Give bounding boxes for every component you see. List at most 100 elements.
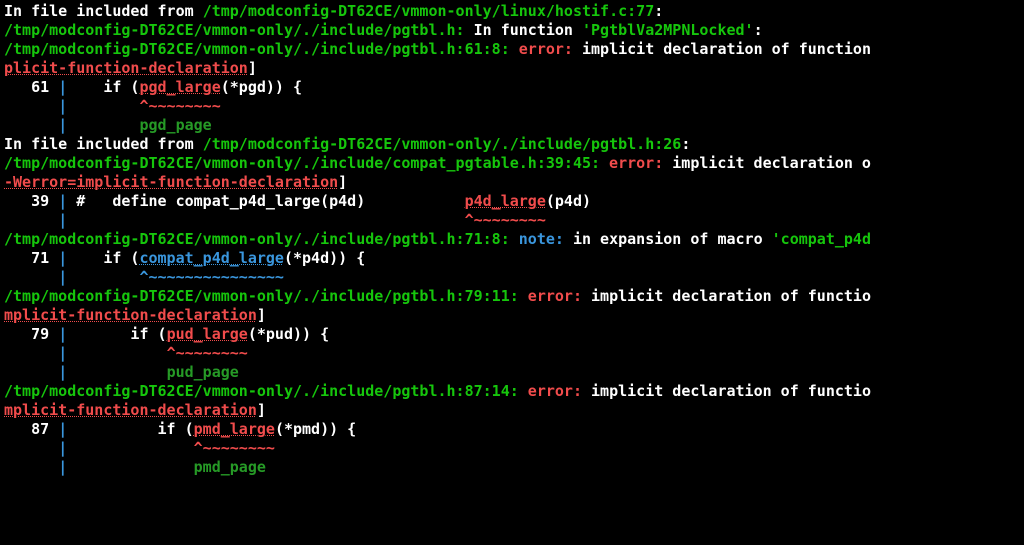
code-segment: (*pgd)) { [221, 78, 302, 96]
output-line: /tmp/modconfig-DT62CE/vmmon-only/./inclu… [4, 382, 871, 400]
text-segment: : [654, 2, 663, 20]
error-label: error: [519, 287, 591, 305]
gutter-pad [4, 116, 58, 134]
gutter-pipe: | [58, 363, 67, 381]
pad [67, 211, 464, 229]
pad [67, 116, 139, 134]
gutter-pad [4, 344, 58, 362]
error-message: implicit declaration of function [582, 40, 871, 58]
pad [67, 439, 193, 457]
text-segment: ] [257, 306, 266, 324]
error-token: pgd_large [139, 78, 220, 96]
error-message: implicit declaration of functio [591, 287, 871, 305]
output-line: | ^~~~~~~~~ [4, 344, 248, 362]
pad [67, 363, 166, 381]
suggestion-token: pmd_page [194, 458, 266, 476]
output-line: | ^~~~~~~~~~~~~~~~ [4, 268, 284, 286]
pad [67, 268, 139, 286]
output-line: /tmp/modconfig-DT62CE/vmmon-only/./inclu… [4, 154, 871, 172]
note-message: in expansion of macro [573, 230, 772, 248]
code-segment: if ( [67, 325, 166, 343]
caret-underline: ^~~~~~~~~ [194, 439, 275, 457]
caret-underline: ^~~~~~~~~ [167, 344, 248, 362]
gutter-pipe: | [58, 116, 67, 134]
error-label: error: [519, 382, 591, 400]
output-line: | ^~~~~~~~~ [4, 211, 546, 229]
output-line: 71 | if (compat_p4d_large(*p4d)) { [4, 249, 365, 267]
output-line: /tmp/modconfig-DT62CE/vmmon-only/./inclu… [4, 40, 871, 58]
output-line: /tmp/modconfig-DT62CE/vmmon-only/./inclu… [4, 21, 763, 39]
output-line: /tmp/modconfig-DT62CE/vmmon-only/./inclu… [4, 230, 871, 248]
file-location: /tmp/modconfig-DT62CE/vmmon-only/./inclu… [4, 382, 519, 400]
gutter-pipe: | [58, 249, 67, 267]
file-location: /tmp/modconfig-DT62CE/vmmon-only/./inclu… [4, 21, 465, 39]
code-segment: (*pud)) { [248, 325, 329, 343]
code-segment: (p4d) [546, 192, 591, 210]
error-message: implicit declaration o [672, 154, 871, 172]
terminal-output: In file included from /tmp/modconfig-DT6… [0, 0, 1024, 477]
caret-underline: ^~~~~~~~~~~~~~~~ [139, 268, 284, 286]
pad [67, 97, 139, 115]
code-segment: if ( [67, 78, 139, 96]
file-location: /tmp/modconfig-DT62CE/vmmon-only/./inclu… [4, 154, 600, 172]
text-segment: In file included from [4, 2, 203, 20]
error-message: implicit declaration of functio [591, 382, 871, 400]
output-line: /tmp/modconfig-DT62CE/vmmon-only/./inclu… [4, 287, 871, 305]
gutter-pad [4, 363, 58, 381]
gutter-pipe: | [58, 78, 67, 96]
line-number: 39 [4, 192, 58, 210]
code-segment: if ( [67, 420, 193, 438]
text-segment: : [681, 135, 690, 153]
pad [67, 458, 193, 476]
file-path: /tmp/modconfig-DT62CE/vmmon-only/./inclu… [203, 135, 682, 153]
macro-name: 'compat_p4d [772, 230, 871, 248]
gutter-pipe: | [58, 458, 67, 476]
error-token: p4d_large [465, 192, 546, 210]
output-line: -Werror=implicit-function-declaration] [4, 173, 347, 191]
note-token: compat_p4d_large [139, 249, 284, 267]
code-segment: if ( [67, 249, 139, 267]
werror-flag: -Werror=implicit-function-declaration [4, 173, 338, 191]
gutter-pipe: | [58, 268, 67, 286]
output-line: | ^~~~~~~~~ [4, 97, 221, 115]
line-number: 61 [4, 78, 58, 96]
caret-underline: ^~~~~~~~~ [465, 211, 546, 229]
output-line: plicit-function-declaration] [4, 59, 257, 77]
werror-flag: plicit-function-declaration [4, 59, 248, 77]
gutter-pad [4, 97, 58, 115]
text-segment: ] [248, 59, 257, 77]
output-line: | pud_page [4, 363, 239, 381]
line-number: 71 [4, 249, 58, 267]
text-segment: ] [257, 401, 266, 419]
file-location: /tmp/modconfig-DT62CE/vmmon-only/./inclu… [4, 287, 519, 305]
werror-flag: mplicit-function-declaration [4, 401, 257, 419]
gutter-pipe: | [58, 344, 67, 362]
output-line: In file included from /tmp/modconfig-DT6… [4, 2, 663, 20]
gutter-pad [4, 458, 58, 476]
output-line: mplicit-function-declaration] [4, 306, 266, 324]
file-path: /tmp/modconfig-DT62CE/vmmon-only/linux/h… [203, 2, 655, 20]
output-line: 79 | if (pud_large(*pud)) { [4, 325, 329, 343]
output-line: 87 | if (pmd_large(*pmd)) { [4, 420, 356, 438]
gutter-pipe: | [58, 211, 67, 229]
output-line: 61 | if (pgd_large(*pgd)) { [4, 78, 302, 96]
gutter-pipe: | [58, 325, 67, 343]
line-number: 87 [4, 420, 58, 438]
code-segment: (*pmd)) { [275, 420, 356, 438]
error-label: error: [600, 154, 672, 172]
gutter-pad [4, 268, 58, 286]
file-location: /tmp/modconfig-DT62CE/vmmon-only/./inclu… [4, 230, 510, 248]
output-line: | pgd_page [4, 116, 212, 134]
gutter-pipe: | [58, 192, 67, 210]
gutter-pad [4, 211, 58, 229]
error-label: error: [510, 40, 582, 58]
file-location: /tmp/modconfig-DT62CE/vmmon-only/./inclu… [4, 40, 510, 58]
code-segment: # define compat_p4d_large(p4d) [67, 192, 464, 210]
text-segment: In function [465, 21, 582, 39]
suggestion-token: pgd_page [139, 116, 211, 134]
output-line: mplicit-function-declaration] [4, 401, 266, 419]
gutter-pad [4, 439, 58, 457]
error-token: pmd_large [194, 420, 275, 438]
pad [67, 344, 166, 362]
output-line: In file included from /tmp/modconfig-DT6… [4, 135, 690, 153]
